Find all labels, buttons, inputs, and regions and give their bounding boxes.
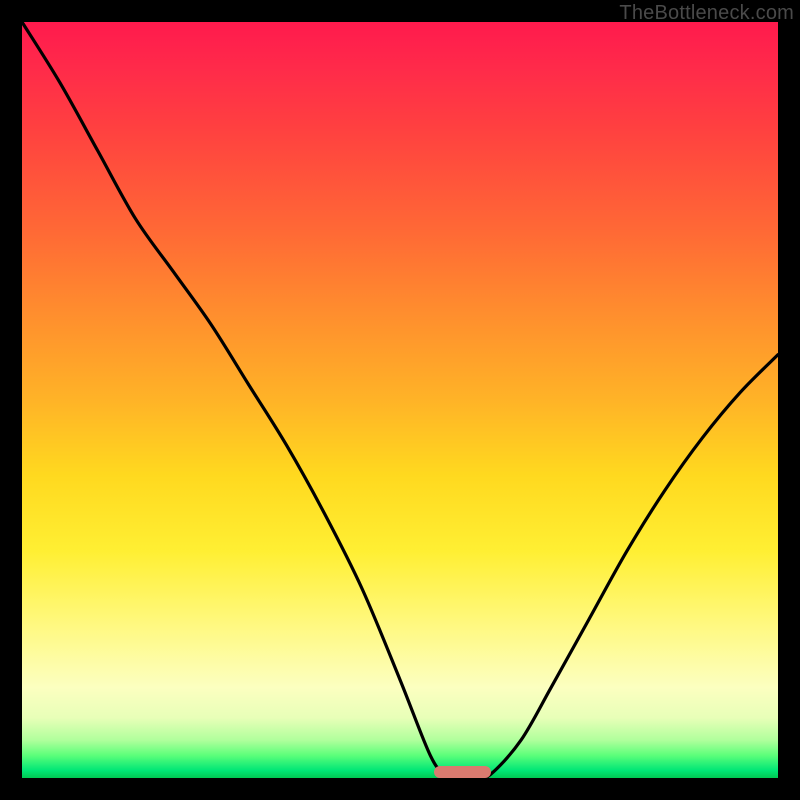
plot-area [22, 22, 778, 778]
chart-frame: TheBottleneck.com [0, 0, 800, 800]
bottleneck-curve [22, 22, 778, 778]
optimal-range-marker [434, 766, 491, 778]
watermark-text: TheBottleneck.com [619, 2, 794, 25]
